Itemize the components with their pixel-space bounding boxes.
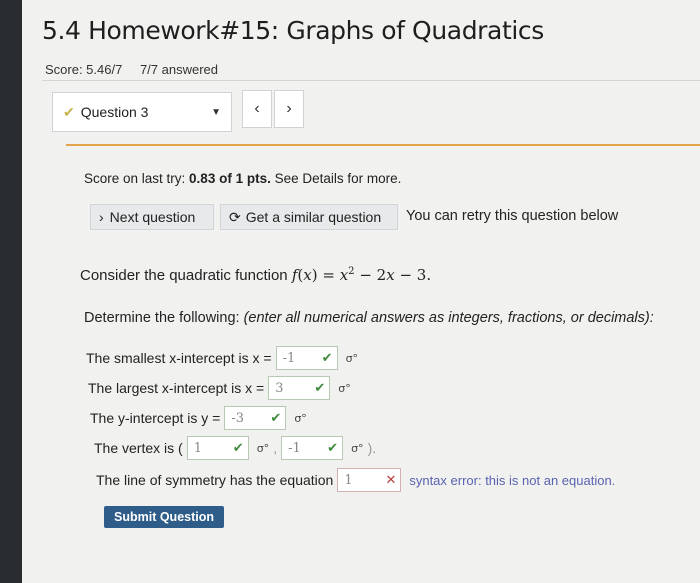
next-question-label: Next question (109, 209, 196, 225)
symmetry-input[interactable]: 1 ✕ (337, 468, 402, 492)
question-select-label: Question 3 (80, 104, 149, 120)
largest-intercept-input[interactable]: 3 ✔ (268, 376, 331, 400)
largest-intercept-row: The largest x-intercept is x = 3 ✔ σ° (88, 376, 351, 400)
vertex-x-input[interactable]: 1 ✔ (186, 436, 249, 460)
y-intercept-row: The y-intercept is y = -3 ✔ σ° (90, 406, 307, 430)
vertex-y-input[interactable]: -1 ✔ (281, 436, 344, 460)
partial-check-icon: ✔ (63, 103, 75, 120)
question-select[interactable]: ✔ Question 3 ▼ (52, 92, 232, 132)
next-question-arrow-button[interactable]: › (274, 90, 304, 128)
close-paren: ). (367, 440, 377, 456)
question-text: Consider the quadratic function f(x) = x… (80, 266, 432, 284)
symbol-helper-icon[interactable]: σ° (257, 442, 269, 455)
y-intercept-input[interactable]: -3 ✔ (224, 406, 287, 430)
accent-divider (66, 144, 700, 146)
smallest-intercept-label: The smallest x-intercept is x = (86, 350, 272, 366)
vertex-row: The vertex is ( 1 ✔ σ° , -1 ✔ σ° ). (94, 436, 376, 460)
next-question-button[interactable]: › Next question (90, 204, 214, 230)
header-divider (42, 80, 700, 81)
smallest-intercept-row: The smallest x-intercept is x = -1 ✔ σ° (86, 346, 358, 370)
correct-check-icon: ✔ (321, 350, 333, 366)
similar-question-button[interactable]: ⟳ Get a similar question (220, 204, 398, 230)
comma-separator: , (273, 440, 278, 456)
caret-down-icon: ▼ (211, 106, 221, 118)
correct-check-icon: ✔ (270, 410, 282, 426)
homework-screen: 5.4 Homework#15: Graphs of Quadratics Sc… (22, 0, 700, 583)
symmetry-row: The line of symmetry has the equation 1 … (96, 468, 615, 492)
symbol-helper-icon[interactable]: σ° (351, 442, 363, 455)
score-summary: Score: 5.46/7 7/7 answered (45, 62, 218, 77)
symmetry-label: The line of symmetry has the equation (96, 472, 334, 488)
last-try-value: 0.83 of 1 pts. (189, 171, 271, 186)
correct-check-icon: ✔ (327, 440, 339, 456)
last-try-score: Score on last try: 0.83 of 1 pts. See De… (84, 171, 402, 186)
symbol-helper-icon[interactable]: σ° (346, 352, 358, 365)
answered-count: 7/7 answered (139, 62, 219, 77)
correct-check-icon: ✔ (232, 440, 244, 456)
syntax-error-message: syntax error: this is not an equation. (409, 472, 616, 488)
y-intercept-label: The y-intercept is y = (90, 410, 221, 426)
error-x-icon: ✕ (385, 472, 397, 488)
chevron-right-icon: › (99, 209, 104, 225)
submit-question-button[interactable]: Submit Question (104, 506, 224, 528)
refresh-icon: ⟳ (229, 208, 241, 225)
retry-note: You can retry this question below (406, 208, 619, 224)
chevron-left-icon: ‹ (254, 100, 260, 117)
similar-question-label: Get a similar question (245, 209, 382, 225)
chevron-right-icon: › (286, 100, 292, 117)
largest-intercept-label: The largest x-intercept is x = (88, 380, 265, 396)
smallest-intercept-input[interactable]: -1 ✔ (275, 346, 338, 370)
vertex-label: The vertex is ( (94, 440, 183, 456)
instructions: Determine the following: (enter all nume… (84, 310, 654, 326)
correct-check-icon: ✔ (314, 380, 326, 396)
previous-question-button[interactable]: ‹ (242, 90, 272, 128)
score-text: Score: 5.46/7 (45, 62, 123, 77)
page-title: 5.4 Homework#15: Graphs of Quadratics (42, 16, 544, 45)
symbol-helper-icon[interactable]: σ° (294, 412, 306, 425)
function-expression: f(x) = x2 − 2x − 3. (291, 266, 432, 284)
symbol-helper-icon[interactable]: σ° (338, 382, 350, 395)
